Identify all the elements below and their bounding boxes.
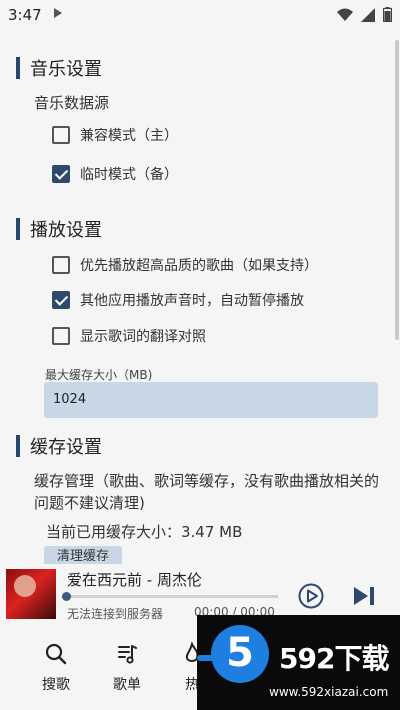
media-playing-icon [54, 8, 62, 18]
watermark: 5 592下载 www.592xiazai.com [197, 615, 400, 710]
play-icon[interactable] [298, 583, 324, 609]
progress-bar[interactable] [62, 592, 278, 601]
battery-icon [383, 7, 392, 22]
option-label: 优先播放超高品质的歌曲（如果支持） [80, 258, 318, 274]
playback-settings-header: 播放设置 [16, 217, 102, 241]
next-track-icon[interactable] [352, 586, 376, 606]
connection-status: 无法连接到服务器 [67, 607, 164, 621]
checkbox[interactable] [52, 327, 70, 345]
option-hq-priority[interactable]: 优先播放超高品质的歌曲（如果支持） [52, 253, 318, 277]
scrollbar[interactable] [395, 40, 399, 340]
song-title: 爱在西元前 - 周杰伦 [67, 571, 202, 589]
search-icon [45, 643, 67, 665]
checkbox[interactable] [52, 126, 70, 144]
watermark-logo-icon: 5 [211, 625, 269, 683]
section-accent-bar [16, 218, 20, 240]
option-label: 兼容模式（主） [80, 128, 178, 144]
album-cover[interactable] [6, 569, 56, 619]
cache-settings-title: 缓存设置 [30, 437, 102, 458]
cache-limit-input[interactable]: 1024 [44, 382, 378, 418]
option-label: 显示歌词的翻译对照 [80, 329, 206, 345]
music-settings-header: 音乐设置 [16, 56, 102, 80]
option-label: 其他应用播放声音时，自动暂停播放 [80, 293, 304, 309]
playback-settings-title: 播放设置 [30, 220, 102, 241]
music-settings-title: 音乐设置 [30, 59, 102, 80]
progress-knob[interactable] [62, 592, 71, 601]
option-lyrics-translation[interactable]: 显示歌词的翻译对照 [52, 324, 206, 348]
section-accent-bar [16, 435, 20, 457]
wifi-icon [337, 8, 353, 21]
option-label: 临时模式（备） [80, 167, 178, 183]
watermark-brand: 592下载 [279, 642, 389, 675]
music-source-label: 音乐数据源 [34, 94, 110, 112]
nav-label: 歌单 [113, 677, 141, 693]
status-bar: 3:47 [0, 0, 400, 30]
option-compat-mode[interactable]: 兼容模式（主） [52, 123, 178, 147]
cache-description: 缓存管理（歌曲、歌词等缓存，没有歌曲播放相关的问题不建议清理) [34, 472, 380, 512]
option-temp-mode[interactable]: 临时模式（备） [52, 162, 178, 186]
checkbox-checked[interactable] [52, 165, 70, 183]
signal-icon [361, 7, 375, 22]
cache-limit-label: 最大缓存大小（MB) [45, 368, 153, 382]
cache-current-size: 当前已用缓存大小：3.47 MB [46, 523, 243, 541]
watermark-url: www.592xiazai.com [269, 685, 389, 699]
nav-playlist[interactable]: 歌单 [97, 642, 157, 694]
option-auto-pause[interactable]: 其他应用播放声音时，自动暂停播放 [52, 288, 304, 312]
status-icons [337, 7, 392, 22]
checkbox-checked[interactable] [52, 291, 70, 309]
checkbox[interactable] [52, 256, 70, 274]
nav-search[interactable]: 搜歌 [26, 642, 86, 694]
watermark-logo-text: 5 [226, 630, 254, 676]
nav-label: 搜歌 [42, 677, 70, 693]
playlist-icon [118, 645, 137, 664]
cache-settings-header: 缓存设置 [16, 434, 102, 458]
status-time: 3:47 [8, 6, 42, 24]
section-accent-bar [16, 57, 20, 79]
